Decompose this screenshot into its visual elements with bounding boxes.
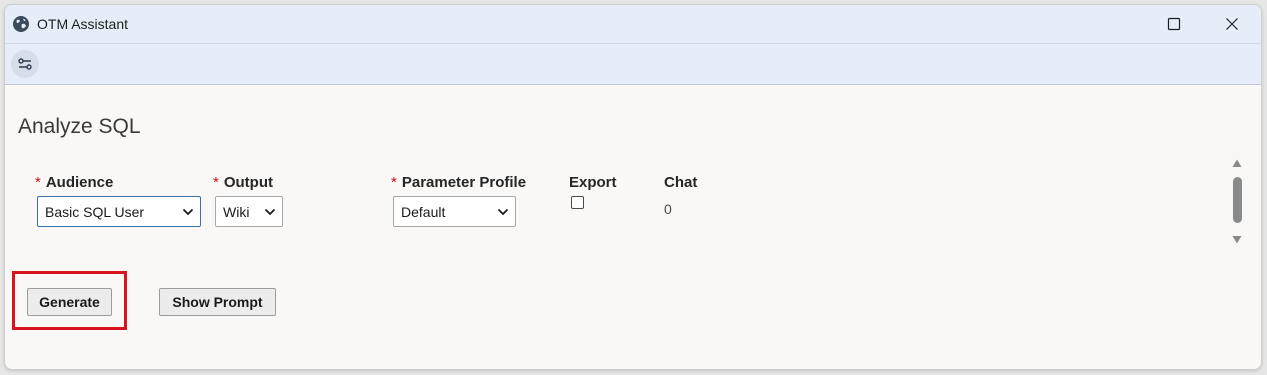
parameter-profile-label: * Parameter Profile bbox=[391, 174, 527, 191]
chat-count: 0 bbox=[664, 201, 672, 217]
required-marker: * bbox=[213, 174, 219, 191]
scroll-down-arrow-icon[interactable] bbox=[1232, 235, 1242, 244]
maximize-button[interactable] bbox=[1151, 5, 1197, 43]
chat-label: Chat bbox=[664, 174, 698, 191]
globe-icon bbox=[13, 16, 29, 32]
page-title: Analyze SQL bbox=[18, 115, 141, 138]
show-prompt-button[interactable]: Show Prompt bbox=[159, 288, 276, 316]
parameter-profile-select-value: Default bbox=[401, 203, 446, 220]
window-title: OTM Assistant bbox=[37, 16, 129, 32]
audience-select-value: Basic SQL User bbox=[45, 203, 145, 220]
audience-label: * Audience bbox=[35, 174, 114, 191]
export-checkbox[interactable] bbox=[571, 196, 584, 209]
sliders-icon bbox=[18, 58, 32, 70]
output-select[interactable]: Wiki bbox=[215, 196, 283, 227]
vertical-scrollbar[interactable] bbox=[1229, 157, 1245, 247]
required-marker: * bbox=[35, 174, 41, 191]
toolbar bbox=[5, 44, 1261, 85]
otm-assistant-window: OTM Assistant Analyze SQL *Audience Bas bbox=[4, 4, 1262, 370]
highlight-annotation-box bbox=[12, 271, 127, 330]
chevron-down-icon bbox=[182, 208, 194, 216]
scroll-up-arrow-icon[interactable] bbox=[1232, 159, 1242, 168]
maximize-icon bbox=[1167, 17, 1181, 31]
title-bar: OTM Assistant bbox=[5, 5, 1261, 44]
chevron-down-icon bbox=[264, 208, 276, 216]
parameter-profile-select[interactable]: Default bbox=[393, 196, 516, 227]
scrollbar-thumb[interactable] bbox=[1233, 177, 1242, 223]
close-icon bbox=[1226, 18, 1238, 30]
output-label: * Output bbox=[213, 174, 273, 191]
export-label: Export bbox=[569, 174, 617, 191]
close-button[interactable] bbox=[1209, 5, 1255, 43]
audience-select[interactable]: Basic SQL User bbox=[37, 196, 201, 227]
chevron-down-icon bbox=[497, 208, 509, 216]
required-marker: * bbox=[391, 174, 397, 191]
output-select-value: Wiki bbox=[223, 203, 250, 220]
settings-button[interactable] bbox=[11, 50, 39, 78]
